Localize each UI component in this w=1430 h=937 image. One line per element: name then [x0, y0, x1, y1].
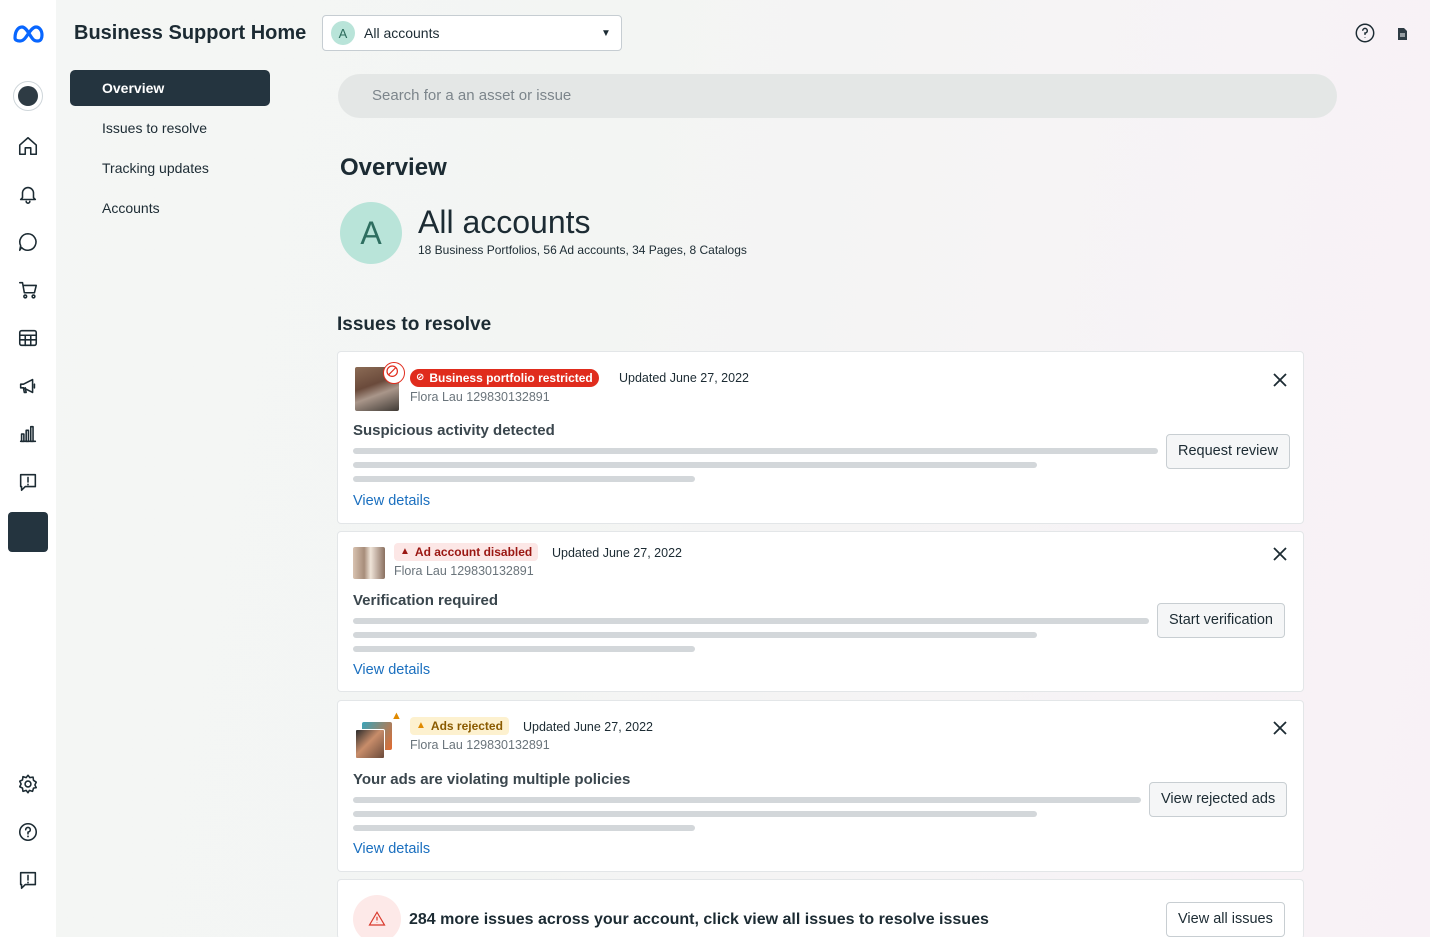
help-icon[interactable] [12, 816, 44, 848]
warning-icon: ▲ [400, 546, 410, 557]
close-icon[interactable] [1272, 546, 1288, 562]
account-avatar-large: A [340, 202, 402, 264]
warning-icon: ▲ [416, 720, 426, 731]
app-title: Business Support Home [74, 22, 307, 44]
profile-avatar-icon[interactable] [12, 80, 44, 112]
issue-title: Suspicious activity detected [353, 422, 555, 439]
asset-thumbnail [355, 729, 385, 759]
issue-card: ▲ ▲ Ads rejected Updated June 27, 2022 Fl… [337, 700, 1304, 872]
start-verification-button[interactable]: Start verification [1157, 603, 1285, 638]
placeholder-line [353, 825, 695, 831]
account-selector-value: All accounts [364, 25, 440, 41]
notifications-bell-icon[interactable] [12, 178, 44, 210]
shopping-cart-icon[interactable] [12, 274, 44, 306]
search-input[interactable]: Search for a an asset or issue [338, 74, 1337, 118]
owner-id: Flora Lau 129830132891 [394, 564, 534, 578]
placeholder-line [353, 797, 1141, 803]
account-selector-dropdown[interactable]: A All accounts ▼ [322, 15, 622, 51]
view-all-issues-button[interactable]: View all issues [1166, 902, 1285, 937]
close-icon[interactable] [1272, 720, 1288, 736]
view-details-link[interactable]: View details [353, 662, 430, 678]
issue-title: Your ads are violating multiple policies [353, 771, 631, 788]
meta-logo-icon[interactable] [12, 18, 44, 50]
nav-item-accounts[interactable]: Accounts [70, 190, 270, 226]
home-icon[interactable] [12, 130, 44, 162]
placeholder-line [353, 646, 695, 652]
restricted-icon [383, 362, 405, 384]
issues-heading: Issues to resolve [337, 314, 492, 335]
view-details-link[interactable]: View details [353, 493, 430, 509]
updated-date: Updated June 27, 2022 [619, 371, 749, 385]
report-feedback-icon[interactable] [12, 466, 44, 498]
active-section-block[interactable] [8, 512, 48, 552]
megaphone-icon[interactable] [12, 370, 44, 402]
page-title: Overview [340, 154, 447, 181]
document-icon[interactable] [1397, 27, 1408, 40]
status-badge: ⊘ Business portfolio restricted [410, 369, 599, 387]
close-icon[interactable] [1272, 372, 1288, 388]
account-title: All accounts [418, 204, 591, 240]
placeholder-line [353, 618, 1149, 624]
asset-thumbnail [353, 547, 385, 579]
request-review-button[interactable]: Request review [1166, 434, 1290, 469]
settings-gear-icon[interactable] [12, 768, 44, 800]
more-issues-text: 284 more issues across your account, cli… [409, 911, 989, 928]
placeholder-line [353, 476, 695, 482]
restricted-icon: ⊘ [416, 372, 425, 383]
warning-icon: ▲ [391, 710, 402, 722]
chevron-down-icon: ▼ [601, 27, 611, 39]
issue-card: ⊘ Business portfolio restricted Updated J… [337, 351, 1304, 524]
nav-item-overview[interactable]: Overview [70, 70, 270, 106]
status-badge: ▲ Ads rejected [410, 717, 509, 735]
updated-date: Updated June 27, 2022 [552, 546, 682, 560]
placeholder-line [353, 462, 1037, 468]
owner-id: Flora Lau 129830132891 [410, 738, 550, 752]
bar-chart-icon[interactable] [12, 418, 44, 450]
nav-item-tracking-updates[interactable]: Tracking updates [70, 150, 270, 186]
account-avatar: A [331, 21, 355, 45]
more-issues-card: 284 more issues across your account, cli… [337, 879, 1304, 937]
placeholder-line [353, 811, 1037, 817]
updated-date: Updated June 27, 2022 [523, 720, 653, 734]
status-badge: ▲ Ad account disabled [394, 543, 539, 561]
warning-icon [353, 895, 401, 937]
placeholder-line [353, 448, 1158, 454]
secondary-nav: Overview Issues to resolve Tracking upda… [70, 70, 270, 230]
messages-icon[interactable] [12, 226, 44, 258]
placeholder-line [353, 632, 1037, 638]
owner-id: Flora Lau 129830132891 [410, 390, 550, 404]
view-details-link[interactable]: View details [353, 841, 430, 857]
table-grid-icon[interactable] [12, 322, 44, 354]
account-summary: 18 Business Portfolios, 56 Ad accounts, … [418, 243, 747, 257]
issue-title: Verification required [353, 592, 499, 609]
nav-item-issues-to-resolve[interactable]: Issues to resolve [70, 110, 270, 146]
issue-card: ▲ Ad account disabled Updated June 27, 20… [337, 531, 1304, 692]
feedback-icon[interactable] [12, 864, 44, 896]
view-rejected-ads-button[interactable]: View rejected ads [1149, 782, 1288, 817]
left-icon-rail [0, 0, 56, 937]
help-icon[interactable] [1354, 22, 1376, 44]
